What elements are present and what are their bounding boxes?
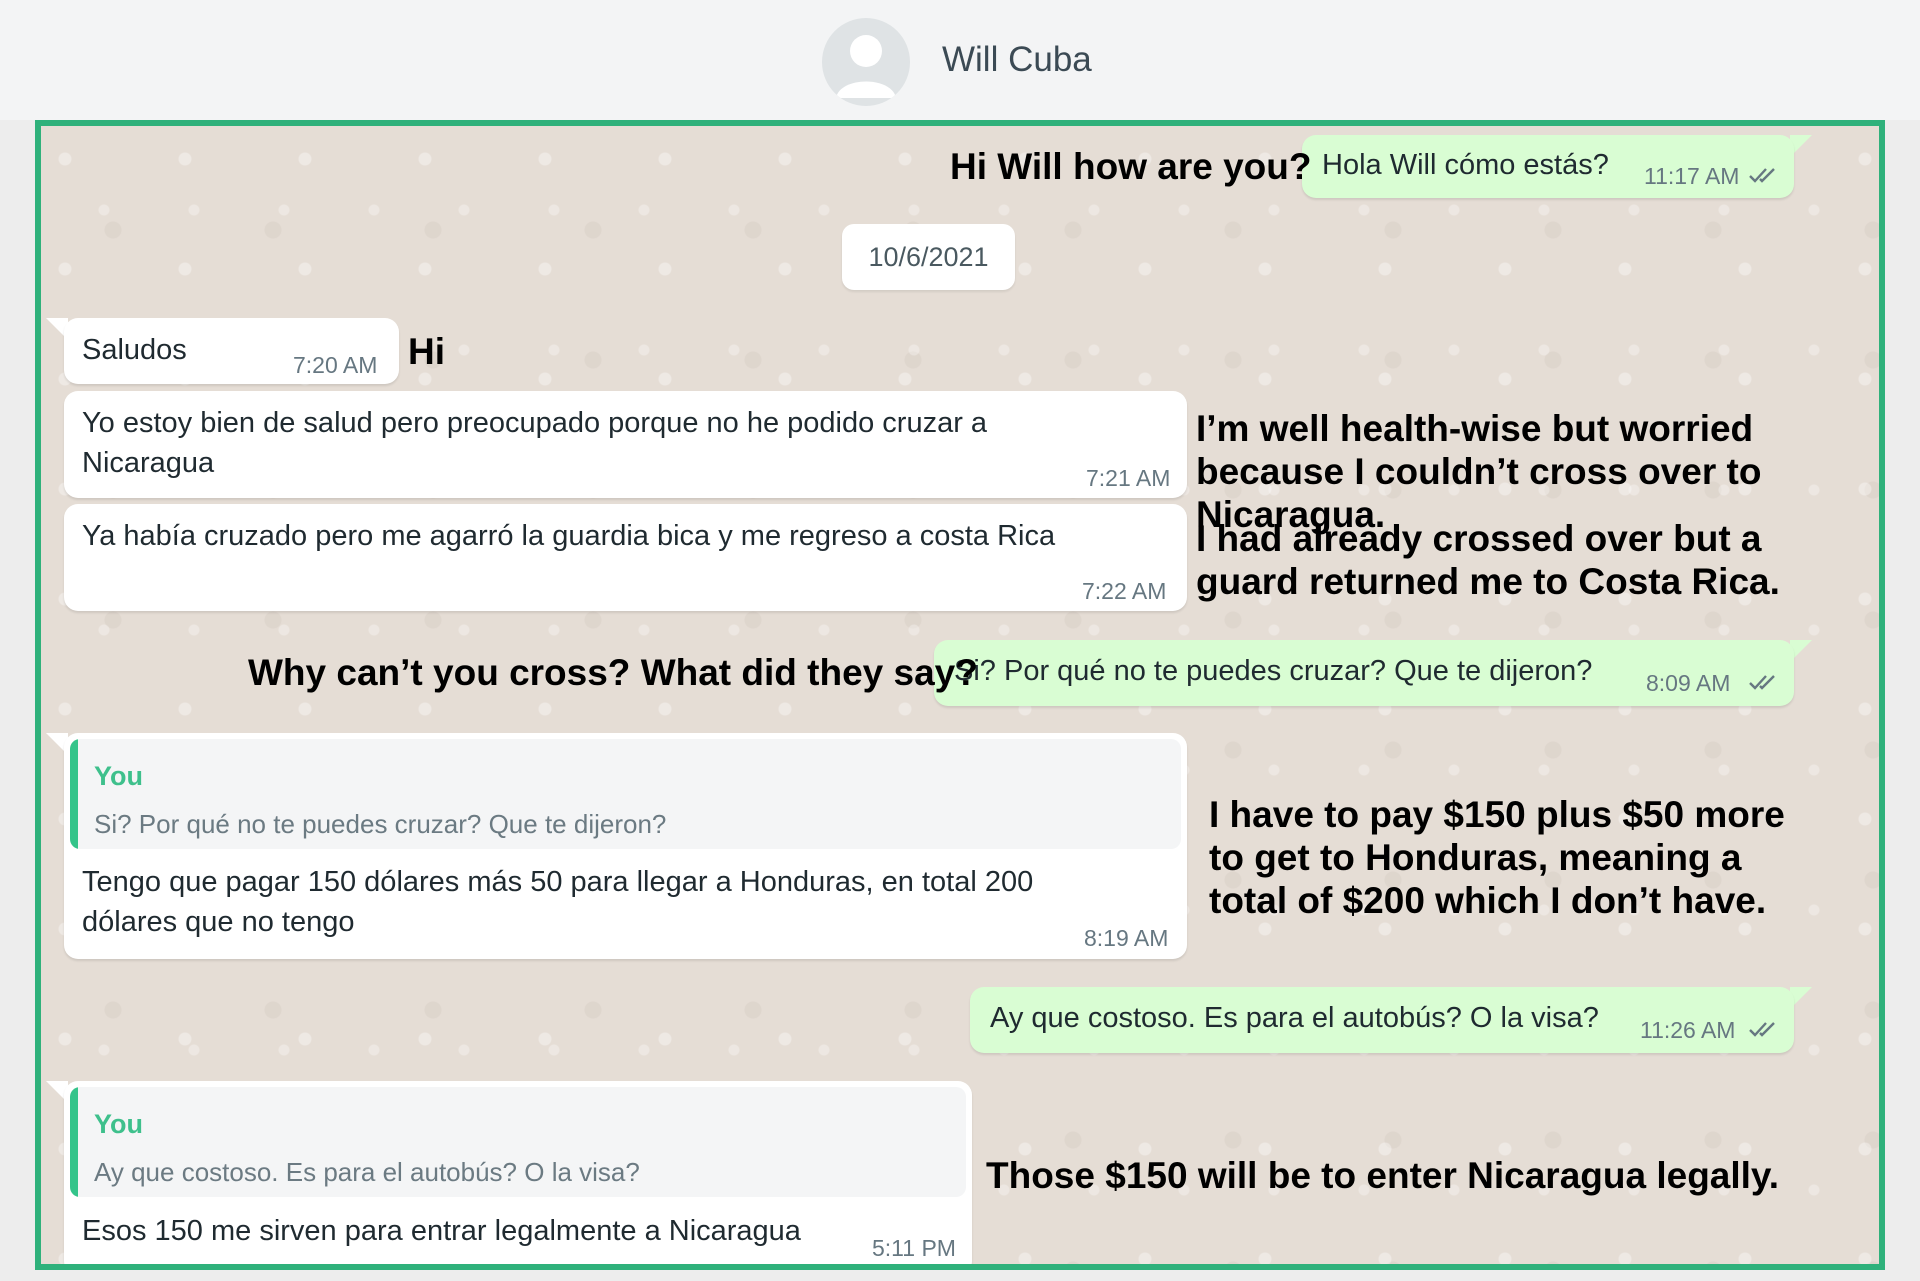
message-time: 11:26 AM [1640, 1017, 1736, 1043]
outgoing-message[interactable]: Hola Will cómo estás? 11:17 AM [1302, 135, 1794, 198]
double-check-icon [1749, 168, 1775, 183]
incoming-message[interactable]: You Ay que costoso. Es para el autobús? … [64, 1081, 972, 1264]
message-text: Esos 150 me sirven para entrar legalment… [82, 1215, 801, 1247]
message-time: 8:09 AM [1646, 670, 1731, 696]
message-text: Ya había cruzado pero me agarró la guard… [82, 520, 1056, 552]
incoming-message[interactable]: Saludos 7:20 AM [64, 318, 399, 384]
quote-text: Si? Por qué no te puedes cruzar? Que te … [94, 809, 667, 839]
message-text: Si? Por qué no te puedes cruzar? Que te … [954, 655, 1593, 687]
contact-name[interactable]: Will Cuba [942, 40, 1092, 80]
message-text: Saludos [82, 334, 187, 366]
incoming-message[interactable]: You Si? Por qué no te puedes cruzar? Que… [64, 733, 1187, 959]
quoted-reply[interactable]: You Si? Por qué no te puedes cruzar? Que… [70, 739, 1181, 849]
message-time: 8:19 AM [1084, 925, 1169, 951]
incoming-message[interactable]: Yo estoy bien de salud pero preocupado p… [64, 391, 1187, 498]
message-text: Tengo que pagar 150 dólares más 50 para … [82, 866, 1034, 938]
translation-text: I have to pay $150 plus $50 more to get … [1209, 794, 1785, 921]
translation-text: I had already crossed over but a guard r… [1196, 518, 1780, 602]
chat-header: Will Cuba [0, 0, 1920, 120]
message-time: 7:20 AM [293, 352, 378, 378]
message-time: 7:22 AM [1082, 578, 1167, 604]
quote-author: You [94, 1109, 143, 1139]
double-check-icon [1749, 675, 1775, 690]
outgoing-message[interactable]: Ay que costoso. Es para el autobús? O la… [970, 987, 1794, 1053]
message-text: Ay que costoso. Es para el autobús? O la… [990, 1002, 1599, 1034]
contact-avatar-icon[interactable] [822, 18, 910, 106]
message-time: 7:21 AM [1086, 465, 1171, 491]
quote-accent-bar [70, 739, 78, 849]
quote-accent-bar [70, 1087, 78, 1197]
quote-text: Ay que costoso. Es para el autobús? O la… [94, 1157, 640, 1187]
chat-panel: Hola Will cómo estás? 11:17 AM Hi Will h… [35, 120, 1885, 1270]
outgoing-message[interactable]: Si? Por qué no te puedes cruzar? Que te … [934, 640, 1794, 706]
translation-text: Why can’t you cross? What did they say? [248, 652, 978, 693]
translation-text: Those $150 will be to enter Nicaragua le… [986, 1155, 1780, 1196]
translation-text: Hi [408, 331, 445, 372]
incoming-message[interactable]: Ya había cruzado pero me agarró la guard… [64, 504, 1187, 611]
translation-text: Hi Will how are you? [950, 146, 1312, 187]
date-separator: 10/6/2021 [842, 224, 1015, 290]
message-text: Hola Will cómo estás? [1322, 149, 1609, 181]
double-check-icon [1749, 1022, 1775, 1037]
message-text: Yo estoy bien de salud pero preocupado p… [82, 407, 988, 479]
message-time: 11:17 AM [1644, 163, 1740, 189]
quoted-reply[interactable]: You Ay que costoso. Es para el autobús? … [70, 1087, 966, 1197]
quote-author: You [94, 761, 143, 791]
message-time: 5:11 PM [872, 1235, 956, 1261]
